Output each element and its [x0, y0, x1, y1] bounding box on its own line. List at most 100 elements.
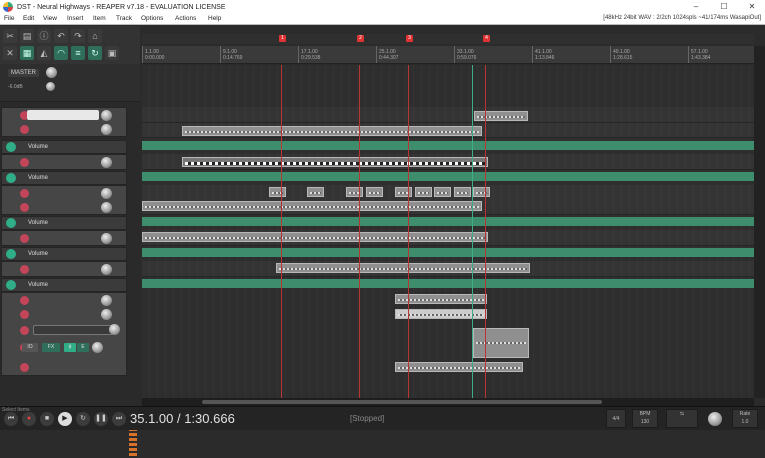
edit-cursor[interactable]	[472, 65, 473, 398]
bpm-box[interactable]: BPM 130	[632, 409, 658, 428]
volume-knob[interactable]	[101, 110, 112, 121]
volume-knob[interactable]	[101, 264, 112, 275]
volume-envelope-lane[interactable]	[142, 248, 754, 257]
record-arm-button[interactable]	[20, 189, 29, 198]
volume-knob[interactable]	[101, 295, 112, 306]
go-to-start-icon[interactable]: ⏮	[4, 412, 18, 426]
lock-icon[interactable]: ⌂	[88, 29, 102, 43]
media-item[interactable]	[434, 187, 451, 197]
marker-4[interactable]: 4	[483, 35, 490, 42]
record-arm-button[interactable]	[20, 310, 29, 319]
volume-envelope-lane[interactable]	[142, 217, 754, 226]
media-item[interactable]	[366, 187, 383, 197]
media-item[interactable]	[415, 187, 432, 197]
envelope-lane-header[interactable]: Volume	[1, 278, 127, 292]
media-item[interactable]	[473, 187, 490, 197]
media-item[interactable]	[454, 187, 471, 197]
menu-actions[interactable]: Actions	[175, 15, 196, 22]
record-icon[interactable]: ●	[22, 412, 36, 426]
record-arm-button[interactable]	[20, 234, 29, 243]
cut-icon[interactable]: ✂	[3, 29, 17, 43]
media-item[interactable]	[276, 263, 530, 273]
record-arm-button[interactable]	[20, 125, 29, 134]
stop-icon[interactable]: ■	[40, 412, 54, 426]
master-pan-knob[interactable]	[46, 82, 55, 91]
menu-view[interactable]: View	[43, 15, 57, 22]
pan-knob[interactable]	[101, 309, 112, 320]
record-arm-button[interactable]	[20, 326, 29, 335]
rate-knob[interactable]	[708, 412, 722, 426]
env-button[interactable]: E	[77, 343, 89, 352]
volume-envelope-lane[interactable]	[142, 141, 754, 150]
loop-icon[interactable]: ↻	[88, 46, 102, 60]
menu-track[interactable]: Track	[116, 15, 132, 22]
timeline-ruler[interactable]: 1.1.00 0:00.000 9.1.00 0:14.769 17.1.00 0:2…	[142, 46, 754, 64]
volume-knob[interactable]	[101, 188, 112, 199]
bpm-value[interactable]: 130	[633, 418, 657, 426]
fx-button[interactable]: FX	[42, 343, 60, 352]
menu-options[interactable]: Options	[141, 15, 163, 22]
io-button[interactable]: IO	[22, 343, 38, 352]
arrange-view[interactable]	[142, 65, 754, 398]
undo-icon[interactable]: ↶	[54, 29, 68, 43]
media-item[interactable]	[473, 328, 529, 358]
go-to-end-icon[interactable]: ⏭	[112, 412, 126, 426]
track-3[interactable]	[1, 185, 127, 215]
volume-envelope-lane[interactable]	[142, 279, 754, 288]
envelope-lane-header[interactable]: Volume	[1, 216, 127, 230]
play-icon[interactable]: ▶	[58, 412, 72, 426]
envelope-toggle-icon[interactable]	[6, 249, 16, 259]
save-icon[interactable]: ▤	[20, 29, 34, 43]
track-5[interactable]	[1, 261, 127, 277]
horizontal-scrollbar[interactable]	[142, 398, 754, 406]
menu-help[interactable]: Help	[208, 15, 221, 22]
track-name-field[interactable]	[27, 110, 99, 120]
volume-envelope-lane[interactable]	[142, 172, 754, 181]
envelope-toggle-icon[interactable]	[6, 142, 16, 152]
volume-knob[interactable]	[101, 233, 112, 244]
media-item[interactable]	[474, 111, 528, 121]
master-volume-knob[interactable]	[46, 67, 57, 78]
menu-file[interactable]: File	[4, 15, 14, 22]
volume-knob[interactable]	[101, 157, 112, 168]
lock-toggle-icon[interactable]: ▣	[105, 46, 119, 60]
media-item[interactable]	[269, 187, 286, 197]
menu-edit[interactable]: Edit	[23, 15, 34, 22]
ripple-icon[interactable]: ✕	[3, 46, 17, 60]
media-item[interactable]	[142, 232, 488, 242]
marker-3[interactable]: 3	[406, 35, 413, 42]
info-icon[interactable]: ⓘ	[37, 29, 51, 43]
repeat-icon[interactable]: ↻	[76, 412, 90, 426]
media-item[interactable]	[395, 362, 523, 372]
envelope-lane-header[interactable]: Volume	[1, 171, 127, 185]
media-item[interactable]	[307, 187, 324, 197]
close-button[interactable]: ✕	[741, 0, 763, 14]
track-6-folder[interactable]: IO FX ϕ E	[1, 292, 127, 376]
vertical-scrollbar[interactable]	[754, 46, 765, 398]
envelope-toggle-icon[interactable]	[6, 173, 16, 183]
media-item[interactable]	[182, 126, 482, 136]
envelope-lock-icon[interactable]: ≡	[71, 46, 85, 60]
record-arm-button[interactable]	[20, 363, 29, 372]
pan-knob[interactable]	[101, 202, 112, 213]
menu-insert[interactable]: Insert	[67, 15, 83, 22]
tap-tempo[interactable]: ⇆	[666, 409, 698, 428]
marker-2[interactable]: 2	[357, 35, 364, 42]
pan-knob[interactable]	[101, 124, 112, 135]
track-2[interactable]	[1, 154, 127, 170]
envelope-toggle-icon[interactable]	[6, 218, 16, 228]
fx-knob[interactable]	[109, 324, 120, 335]
rate-box[interactable]: Rate 1.0	[732, 409, 758, 428]
grid-icon[interactable]: ▦	[20, 46, 34, 60]
envelope-lane-header[interactable]: Volume	[1, 247, 127, 261]
envelope-lane-header[interactable]: Volume	[1, 140, 127, 154]
snap-icon[interactable]: ◠	[54, 46, 68, 60]
time-signature[interactable]: 4/4	[606, 409, 626, 428]
minimize-button[interactable]: –	[685, 0, 707, 14]
metronome-icon[interactable]: ◭	[37, 46, 51, 60]
track-4[interactable]	[1, 230, 127, 246]
media-item[interactable]	[395, 187, 412, 197]
record-arm-button[interactable]	[20, 158, 29, 167]
fx-slot[interactable]	[33, 325, 113, 335]
media-item[interactable]	[142, 201, 482, 211]
